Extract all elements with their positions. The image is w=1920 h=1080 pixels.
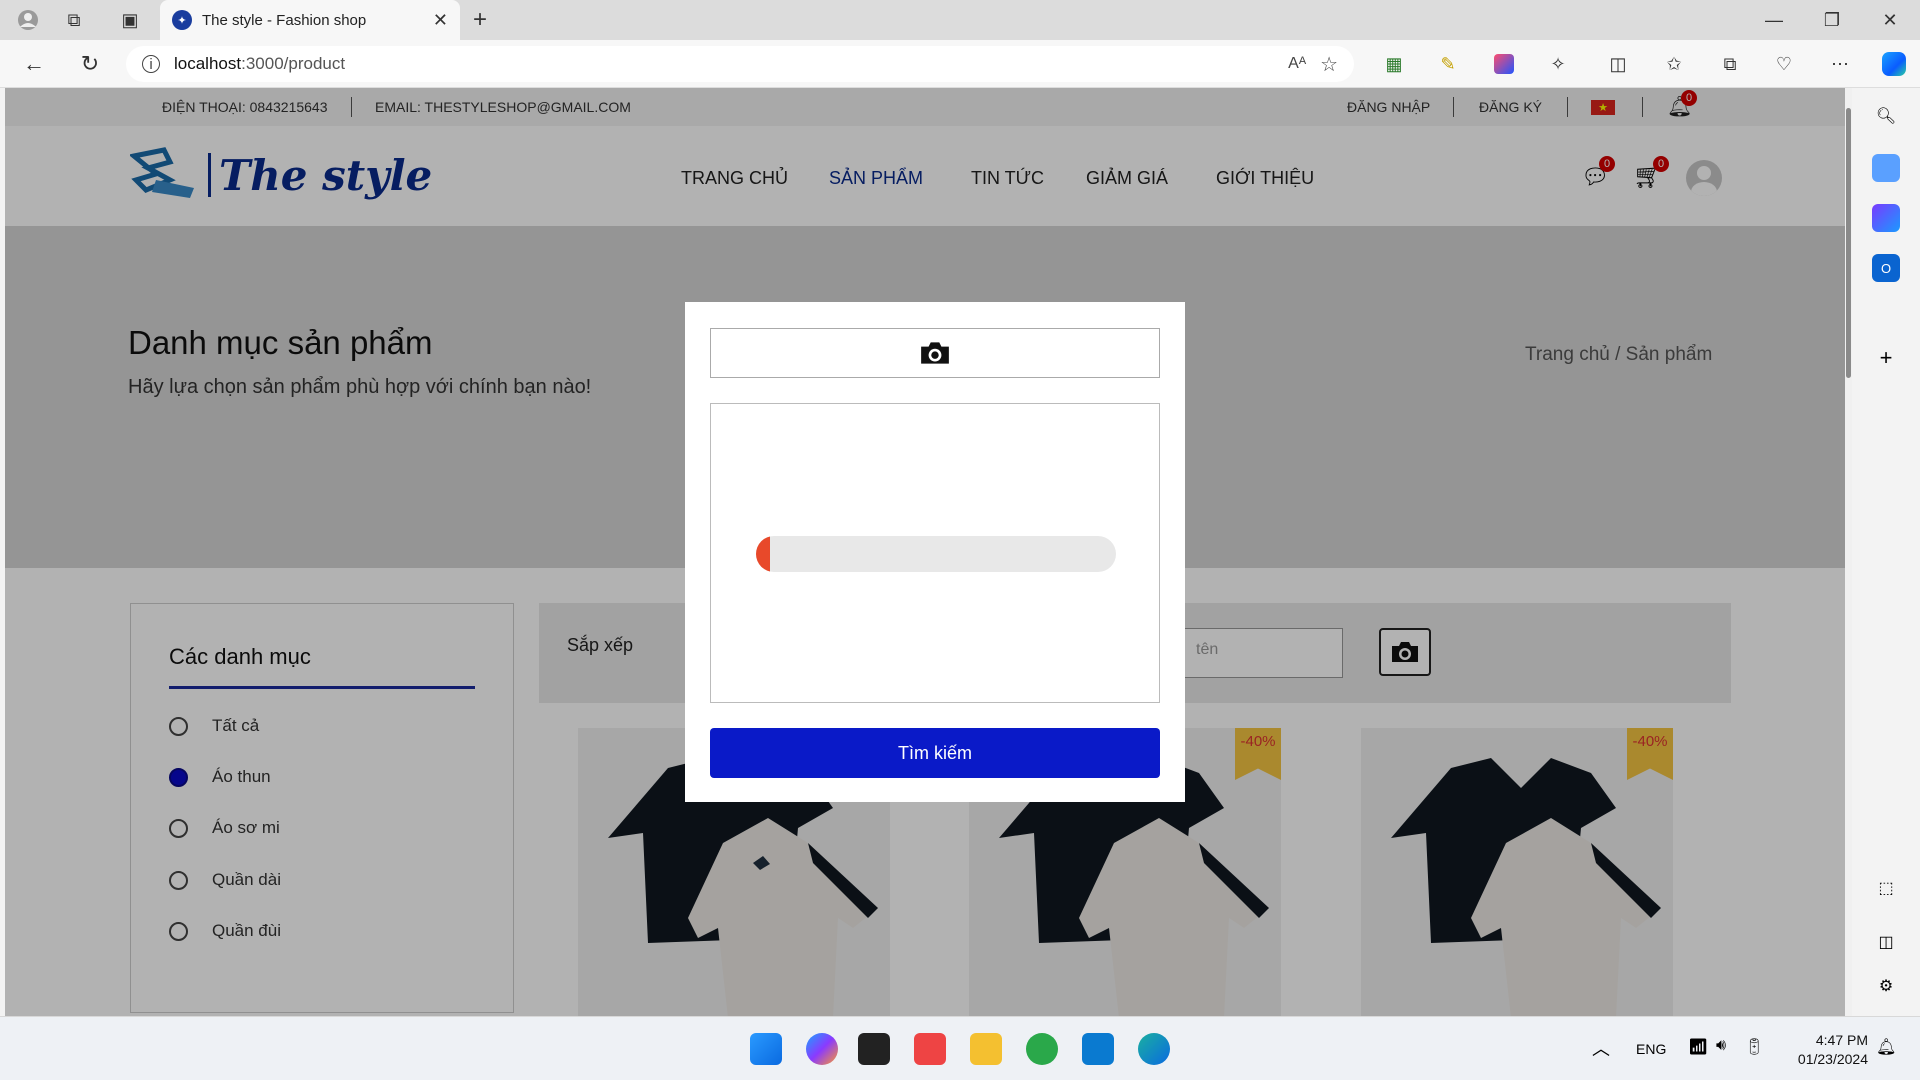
- tab-strip: ⧉ ▣ ✦ The style - Fashion shop ✕ + — ❐ ✕: [0, 0, 1920, 40]
- favorites-icon[interactable]: ✩: [1660, 50, 1688, 78]
- time: 4:47 PM: [1815, 1032, 1868, 1048]
- edge-sidebar: 🔍︎ O + ⬚ ◫ ⚙: [1852, 88, 1920, 1016]
- collections-toolbar-icon[interactable]: ⧉: [1716, 50, 1744, 78]
- read-aloud-icon[interactable]: Aᴬ: [1288, 55, 1306, 73]
- screenshot-icon[interactable]: ⬚: [1872, 874, 1900, 902]
- split-screen-icon[interactable]: ◫: [1604, 50, 1632, 78]
- site-favicon-icon: ✦: [172, 10, 192, 30]
- settings-gear-icon[interactable]: ⚙: [1872, 972, 1900, 1000]
- site-info-icon[interactable]: i: [142, 55, 160, 73]
- copilot-icon[interactable]: [1878, 48, 1910, 80]
- profile-icon[interactable]: [14, 6, 42, 34]
- tab-title: The style - Fashion shop: [202, 11, 367, 29]
- url-path: :3000/product: [241, 54, 346, 73]
- favorite-star-icon[interactable]: ☆: [1320, 52, 1338, 77]
- url-host: localhost: [174, 54, 242, 73]
- page-scrollbar[interactable]: [1845, 88, 1852, 1016]
- collections-icon[interactable]: ⧉: [60, 6, 88, 34]
- file-explorer-icon[interactable]: [970, 1033, 1002, 1065]
- close-tab-icon[interactable]: ✕: [433, 10, 448, 31]
- page-viewport: ĐIỆN THOẠI: 0843215643 EMAIL: THESTYLESH…: [5, 88, 1845, 1016]
- upload-progress-fill: [756, 536, 771, 572]
- upload-image-button[interactable]: [710, 328, 1160, 378]
- office-icon[interactable]: [1872, 204, 1900, 232]
- windows-taskbar: ︿ ENG 📶︎ 🔊︎ 🔋︎ 4:47 PM 01/23/2024 🔔︎: [0, 1016, 1920, 1080]
- notification-icon[interactable]: 🔔︎: [1876, 1037, 1896, 1057]
- add-sidebar-app-icon[interactable]: +: [1872, 344, 1900, 372]
- upload-progress-bar: [756, 536, 1116, 572]
- copilot-taskbar-icon[interactable]: [806, 1033, 838, 1065]
- scrollbar-thumb[interactable]: [1846, 108, 1851, 378]
- tab-actions-icon[interactable]: ▣: [116, 6, 144, 34]
- new-tab-icon[interactable]: +: [466, 6, 494, 34]
- camera-icon: [921, 342, 949, 364]
- chevron-up-icon[interactable]: ︿: [1592, 1035, 1610, 1061]
- search-button[interactable]: Tìm kiếm: [710, 728, 1160, 778]
- extension-table-icon[interactable]: ▦: [1380, 50, 1408, 78]
- edge-browser-icon[interactable]: [1138, 1033, 1170, 1065]
- url-text: localhost:3000/product: [174, 54, 345, 74]
- extensions-icon[interactable]: ✧: [1544, 50, 1572, 78]
- image-search-modal: Tìm kiếm: [685, 302, 1185, 802]
- more-menu-icon[interactable]: ⋯: [1826, 50, 1854, 78]
- vscode-icon[interactable]: [1082, 1033, 1114, 1065]
- close-window-icon[interactable]: ✕: [1876, 6, 1904, 34]
- volume-icon[interactable]: 🔊︎: [1716, 1037, 1726, 1055]
- start-windows-icon[interactable]: [750, 1033, 782, 1065]
- outlook-icon[interactable]: O: [1872, 254, 1900, 282]
- date: 01/23/2024: [1797, 1051, 1868, 1067]
- back-icon[interactable]: ←: [20, 50, 48, 78]
- language-indicator[interactable]: ENG: [1636, 1041, 1666, 1057]
- clock[interactable]: 4:47 PM 01/23/2024: [1786, 1031, 1868, 1069]
- address-bar[interactable]: i localhost:3000/product Aᴬ ☆: [126, 46, 1354, 82]
- shopping-tag-icon[interactable]: [1872, 154, 1900, 182]
- browser-tab[interactable]: ✦ The style - Fashion shop ✕: [160, 0, 460, 40]
- extension-color-icon[interactable]: [1490, 50, 1518, 78]
- battery-icon[interactable]: 🔋︎: [1744, 1037, 1764, 1057]
- wifi-icon[interactable]: 📶︎: [1688, 1037, 1708, 1057]
- app-icon[interactable]: [914, 1033, 946, 1065]
- terminal-icon[interactable]: [858, 1033, 890, 1065]
- search-icon[interactable]: 🔍︎: [1872, 102, 1900, 130]
- pen-icon[interactable]: ✎: [1434, 50, 1462, 78]
- browser-essentials-icon[interactable]: ♡: [1770, 50, 1798, 78]
- minimize-icon[interactable]: —: [1760, 6, 1788, 34]
- app-green-icon[interactable]: [1026, 1033, 1058, 1065]
- sidebar-toggle-icon[interactable]: ◫: [1872, 928, 1900, 956]
- restore-icon[interactable]: ❐: [1818, 6, 1846, 34]
- browser-toolbar: ← ↻ i localhost:3000/product Aᴬ ☆ ▦ ✎ ✧ …: [0, 40, 1920, 88]
- refresh-icon[interactable]: ↻: [76, 50, 104, 78]
- image-preview: [710, 403, 1160, 703]
